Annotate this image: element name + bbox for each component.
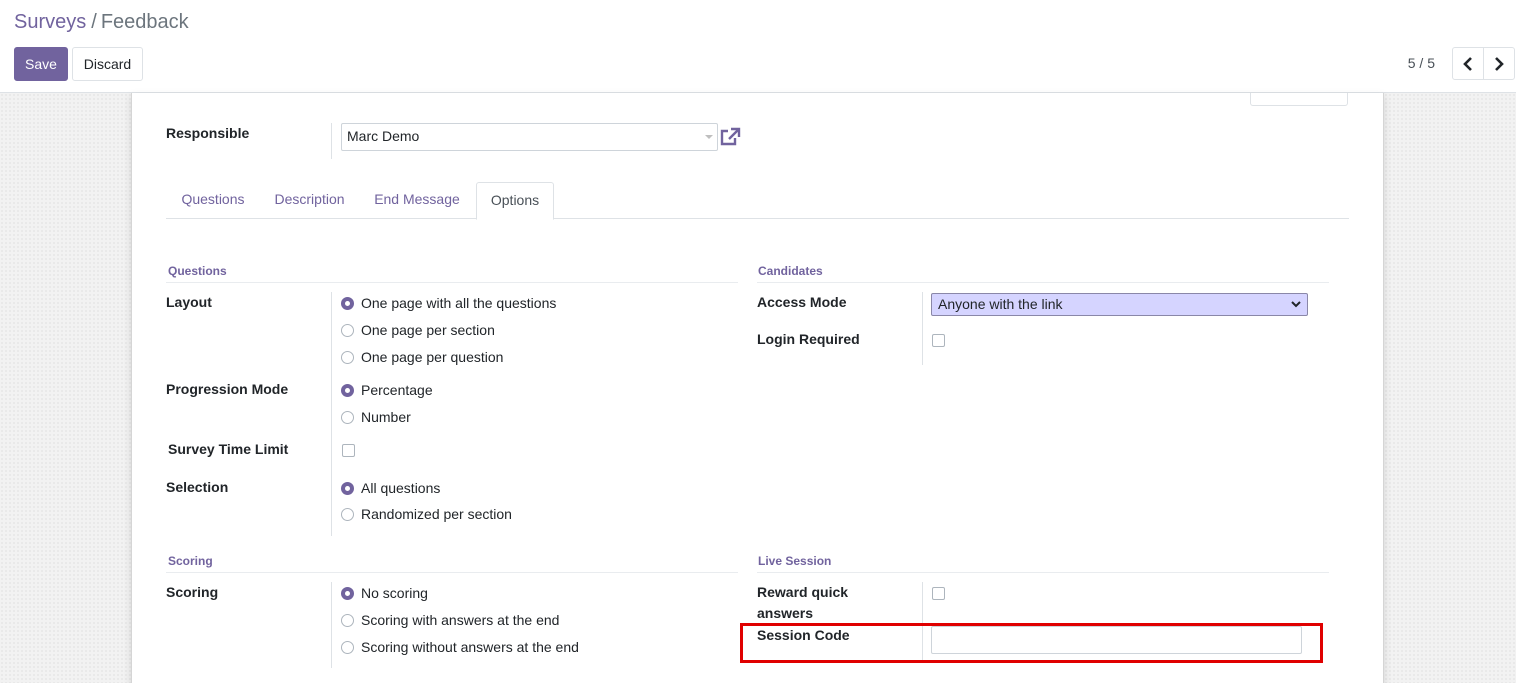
- tab-description[interactable]: Description: [261, 182, 358, 219]
- section-title-scoring: Scoring: [168, 554, 213, 568]
- survey-time-limit-label: Survey Time Limit: [168, 441, 289, 457]
- radio-selected-icon: [341, 481, 354, 495]
- reward-quick-label-line1: Reward quick: [757, 584, 849, 600]
- scoring-option-with-answers[interactable]: Scoring with answers at the end: [341, 610, 559, 630]
- reward-quick-answers-checkbox[interactable]: [932, 587, 945, 600]
- selection-label: Selection: [166, 479, 229, 495]
- field-divider: [331, 123, 332, 159]
- field-divider: [922, 292, 923, 365]
- field-divider: [331, 292, 332, 536]
- control-panel: Surveys / Feedback Save Discard 5 / 5: [0, 0, 1516, 93]
- access-mode-select[interactable]: Anyone with the link: [931, 293, 1308, 316]
- save-button[interactable]: Save: [14, 47, 68, 81]
- layout-option-one-page-all[interactable]: One page with all the questions: [341, 293, 556, 313]
- responsible-value: Marc Demo: [347, 128, 420, 144]
- tab-options[interactable]: Options: [476, 182, 554, 220]
- access-mode-value: Anyone with the link: [938, 296, 1063, 312]
- progression-mode-label: Progression Mode: [166, 381, 289, 397]
- section-title-questions: Questions: [168, 264, 227, 278]
- radio-icon: [341, 507, 354, 521]
- radio-selected-icon: [341, 296, 354, 310]
- session-code-input[interactable]: [931, 626, 1302, 654]
- selection-option-all[interactable]: All questions: [341, 478, 440, 498]
- radio-label: Scoring with answers at the end: [361, 612, 560, 628]
- layout-label: Layout: [166, 294, 212, 310]
- layout-option-per-section[interactable]: One page per section: [341, 320, 495, 340]
- discard-button[interactable]: Discard: [72, 47, 143, 81]
- reward-quick-answers-label: Reward quick answers: [757, 582, 848, 624]
- radio-label: Number: [361, 409, 411, 425]
- radio-label: One page per section: [361, 322, 495, 338]
- radio-icon: [341, 640, 354, 654]
- chevron-down-icon: [1291, 301, 1301, 308]
- sheet-top-stub: [1250, 93, 1348, 106]
- section-title-live-session: Live Session: [758, 554, 832, 568]
- radio-label: Scoring without answers at the end: [361, 639, 579, 655]
- reward-quick-label-line2: answers: [757, 605, 814, 621]
- tab-questions[interactable]: Questions: [166, 182, 260, 219]
- form-content-area: Responsible Marc Demo Questions Descript…: [0, 93, 1516, 683]
- chevron-left-icon: [1463, 56, 1472, 71]
- layout-option-per-question[interactable]: One page per question: [341, 347, 503, 367]
- radio-label: No scoring: [361, 585, 428, 601]
- form-sheet: Responsible Marc Demo Questions Descript…: [131, 93, 1384, 683]
- radio-selected-icon: [341, 383, 354, 397]
- pager-previous-button[interactable]: [1452, 47, 1484, 80]
- login-required-checkbox[interactable]: [932, 334, 945, 347]
- progression-option-percentage[interactable]: Percentage: [341, 380, 433, 400]
- login-required-label: Login Required: [757, 331, 860, 347]
- survey-time-limit-checkbox[interactable]: [342, 444, 355, 457]
- section-title-candidates: Candidates: [758, 264, 823, 278]
- tab-end-message[interactable]: End Message: [360, 182, 474, 219]
- breadcrumb-current: Feedback: [100, 11, 189, 33]
- radio-icon: [341, 323, 354, 337]
- radio-label: All questions: [361, 480, 441, 496]
- breadcrumb: Surveys / Feedback: [14, 11, 189, 34]
- section-divider: [757, 572, 1329, 573]
- radio-label: Percentage: [361, 382, 433, 398]
- pager-value[interactable]: 5 / 5: [1408, 55, 1435, 71]
- chevron-right-icon: [1495, 56, 1504, 71]
- radio-icon: [341, 613, 354, 627]
- responsible-label: Responsible: [166, 125, 250, 141]
- scoring-label: Scoring: [166, 584, 219, 600]
- field-divider: [331, 582, 332, 668]
- radio-icon: [341, 350, 354, 364]
- access-mode-label: Access Mode: [757, 294, 847, 310]
- radio-label: One page with all the questions: [361, 295, 557, 311]
- selection-option-randomized[interactable]: Randomized per section: [341, 504, 512, 524]
- responsible-field[interactable]: Marc Demo: [341, 123, 718, 151]
- section-divider: [166, 572, 738, 573]
- dropdown-caret-icon: [705, 135, 713, 139]
- scoring-option-without-answers[interactable]: Scoring without answers at the end: [341, 637, 579, 657]
- radio-label: Randomized per section: [361, 506, 512, 522]
- section-divider: [166, 282, 738, 283]
- progression-option-number[interactable]: Number: [341, 407, 411, 427]
- notebook-tabs: Questions Description End Message Option…: [166, 182, 1349, 220]
- breadcrumb-separator: /: [91, 11, 97, 33]
- session-code-label: Session Code: [757, 627, 850, 643]
- scoring-option-none[interactable]: No scoring: [341, 583, 428, 603]
- breadcrumb-surveys-link[interactable]: Surveys: [14, 11, 86, 33]
- radio-icon: [341, 410, 354, 424]
- pager-next-button[interactable]: [1483, 47, 1515, 80]
- radio-label: One page per question: [361, 349, 504, 365]
- external-link-icon[interactable]: [719, 127, 741, 150]
- radio-selected-icon: [341, 586, 354, 600]
- field-divider: [922, 582, 923, 662]
- section-divider: [757, 282, 1329, 283]
